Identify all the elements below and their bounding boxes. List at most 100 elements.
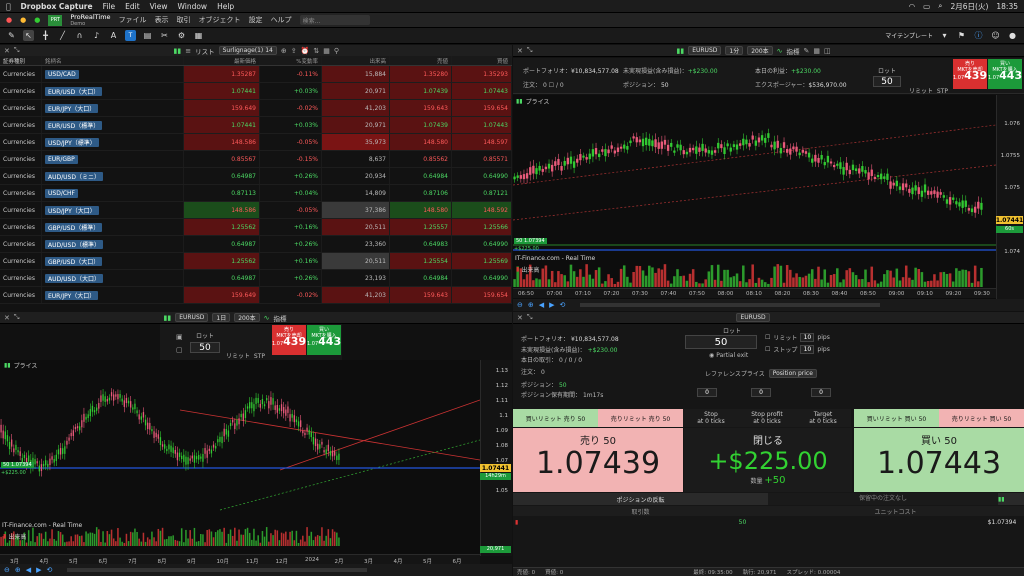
settings-tool-icon[interactable]: ⚙ [176, 30, 187, 41]
menu-file[interactable]: File [103, 2, 116, 11]
menu-view[interactable]: View [150, 2, 168, 11]
text-tool-icon[interactable]: A [108, 30, 119, 41]
line-tool-icon[interactable]: ╱ [57, 30, 68, 41]
position-row[interactable]: ▮ 50 $1.07394 [513, 517, 1024, 527]
partial-exit-toggle[interactable]: ◉ [709, 352, 714, 359]
table-row[interactable]: Currencies EUR/USD（標準） 1.07441 +0.03% 20,971… [0, 117, 512, 134]
cell-symbol[interactable]: EUR/USD（大口） [42, 83, 184, 99]
chart1-interval-select[interactable]: 1分 [725, 46, 744, 55]
menu-app-settings[interactable]: 設定 [249, 15, 263, 25]
target-ticks-input[interactable]: 0 [811, 388, 831, 397]
chart1-symbol-select[interactable]: EURUSD [688, 46, 722, 55]
cell-symbol[interactable]: EUR/JPY（大口） [42, 100, 184, 116]
table-row[interactable]: Currencies USD/CAD 1.35287 -0.11% 15,884 1.35… [0, 66, 512, 83]
cell-symbol[interactable]: GBP/USD（標準） [42, 219, 184, 235]
col-name[interactable]: 銘柄名 [42, 56, 184, 65]
scroll-right-icon[interactable]: ▶ [36, 566, 41, 574]
scroll-left-icon[interactable]: ◀ [26, 566, 31, 574]
zoom-in-icon[interactable]: ⊕ [15, 566, 21, 574]
table-row[interactable]: Currencies GBP/USD（大口） 1.25562 +0.16% 20,511… [0, 253, 512, 270]
alarm-icon[interactable]: ⏰ [301, 47, 310, 55]
stop-button[interactable]: Stop at 0 ticks [683, 409, 739, 427]
table-row[interactable]: Currencies AUD/USD（ミニ） 0.64987 +0.26% 20,934… [0, 168, 512, 185]
chart2-buy-button[interactable]: 買い MKTを購入 1.07443 [307, 325, 341, 355]
cell-symbol[interactable]: GBP/USD（大口） [42, 253, 184, 269]
sell-limit-sell-button[interactable]: 売りリミット 売り 50 [598, 409, 683, 427]
bookmark-icon[interactable]: ⚑ [956, 30, 967, 41]
sort-icon[interactable]: ⇅ [313, 47, 319, 55]
template-select[interactable]: マイテンプレート [885, 31, 933, 40]
zoom-in-icon[interactable]: ⊕ [528, 301, 534, 309]
drawing-icon[interactable]: ✎ [804, 47, 810, 55]
limit-pips-input[interactable]: 10 [800, 333, 815, 342]
layers-icon[interactable]: ▦ [193, 30, 204, 41]
close-window-icon[interactable]: ● [6, 16, 12, 24]
stop-profit-button[interactable]: Stop profit at 0 ticks [739, 409, 795, 427]
chart2-bars-select[interactable]: 200本 [234, 313, 260, 322]
zoom-window-icon[interactable]: ● [34, 16, 40, 24]
buy-market-button[interactable]: 買い 50 1.07443 [854, 428, 1024, 492]
menu-app-help[interactable]: ヘルプ [271, 15, 292, 25]
menu-app-trade[interactable]: 取引 [177, 15, 191, 25]
chart1-indicator-button[interactable]: 指標 [787, 46, 800, 56]
reset-icon[interactable]: ⟲ [47, 566, 53, 574]
chart1-area[interactable]: ▮▮プライス 1.0761.07551.0751.07451.074 1.074… [513, 95, 1024, 300]
move-icon[interactable]: ⤡ [14, 313, 20, 322]
table-row[interactable]: Currencies AUD/USD（標準） 0.64987 +0.26% 23,360… [0, 236, 512, 253]
list-icon[interactable]: ≡ [185, 47, 191, 55]
chart2-position-tag[interactable]: 50 1.07394 [1, 462, 34, 468]
close-icon[interactable]: ✕ [4, 47, 10, 55]
chart2-scrollbar[interactable] [67, 568, 368, 572]
user-icon[interactable]: ☺ [990, 30, 1001, 41]
table-row[interactable]: Currencies EUR/JPY（大口） 159.649 -0.02% 41,203… [0, 287, 512, 304]
col-volume[interactable]: 出来高 [322, 56, 390, 65]
chart1-sell-button[interactable]: 売り MKTを売却 1.07439 [953, 59, 987, 89]
table-row[interactable]: Currencies EUR/GBP 0.85567 -0.15% 8,637 0.855… [0, 151, 512, 168]
close-position-button[interactable]: 閉じる +$225.00 数量 +50 [684, 428, 852, 492]
chart2-area[interactable]: ▮▮プライス 1.131.121.111.11.091.081.071.061.… [0, 360, 512, 556]
close-icon[interactable]: ✕ [517, 314, 523, 322]
table-row[interactable]: Currencies EUR/JPY（大口） 159.649 -0.02% 41,203… [0, 100, 512, 117]
scroll-right-icon[interactable]: ▶ [549, 301, 554, 309]
info-icon[interactable]: ⓘ [973, 30, 984, 41]
sell-limit-buy-button[interactable]: 売りリミット 買い 50 [939, 409, 1024, 427]
crosshair-icon[interactable]: ╋ [40, 30, 51, 41]
cell-symbol[interactable]: USD/CHF [42, 185, 184, 201]
text-box-icon[interactable]: T [125, 30, 136, 41]
cell-symbol[interactable]: AUD/USD（大口） [42, 270, 184, 286]
battery-icon[interactable]: ▭ [923, 2, 930, 11]
signal-icon[interactable]: ▮▮ [676, 47, 684, 55]
move-icon[interactable]: ⤡ [527, 313, 533, 322]
signal-icon[interactable]: ▮▮ [163, 314, 171, 322]
cell-symbol[interactable]: USD/JPY（大口） [42, 202, 184, 218]
buy-limit-sell-button[interactable]: 買いリミット 売り 50 [513, 409, 598, 427]
menu-help[interactable]: Help [217, 2, 234, 11]
notification-icon[interactable]: ● [1007, 30, 1018, 41]
signal-icon[interactable]: ▮▮ [173, 47, 181, 55]
cell-symbol[interactable]: EUR/USD（標準） [42, 117, 184, 133]
chart2-sell-button[interactable]: 売り MKTを売却 1.07439 [272, 325, 306, 355]
menu-app-file[interactable]: ファイル [119, 15, 147, 25]
chart2-lot-input[interactable]: 50 [190, 342, 220, 353]
bell-icon[interactable]: ♪ [91, 30, 102, 41]
cell-symbol[interactable]: USD/CAD [42, 66, 184, 82]
stopprofit-ticks-input[interactable]: 0 [751, 388, 771, 397]
chart2-interval-select[interactable]: 1日 [212, 313, 231, 322]
chart1-stp-button[interactable]: STP [937, 88, 948, 95]
stop-ticks-input[interactable]: 0 [697, 388, 717, 397]
stop-pips-input[interactable]: 10 [800, 345, 815, 354]
cell-symbol[interactable]: EUR/GBP [42, 151, 184, 167]
target-button[interactable]: Target at 0 ticks [795, 409, 851, 427]
chart2-limit-button[interactable]: リミット [226, 353, 250, 360]
chart1-scrollbar[interactable] [580, 303, 881, 307]
pencil-icon[interactable]: ✎ [6, 30, 17, 41]
chevron-down-icon[interactable]: ▾ [939, 30, 950, 41]
close-icon[interactable]: ✕ [4, 314, 10, 322]
reset-icon[interactable]: ⟲ [560, 301, 566, 309]
magnet-icon[interactable]: ∩ [74, 30, 85, 41]
table-row[interactable]: Currencies USD/CHF 0.87113 +0.04% 14,809 0.87… [0, 185, 512, 202]
window-icon[interactable]: ◫ [824, 47, 831, 55]
buy-limit-buy-button[interactable]: 買いリミット 買い 50 [854, 409, 939, 427]
delete-tool-icon[interactable]: ✂ [159, 30, 170, 41]
grid-icon[interactable]: ▦ [813, 47, 820, 55]
